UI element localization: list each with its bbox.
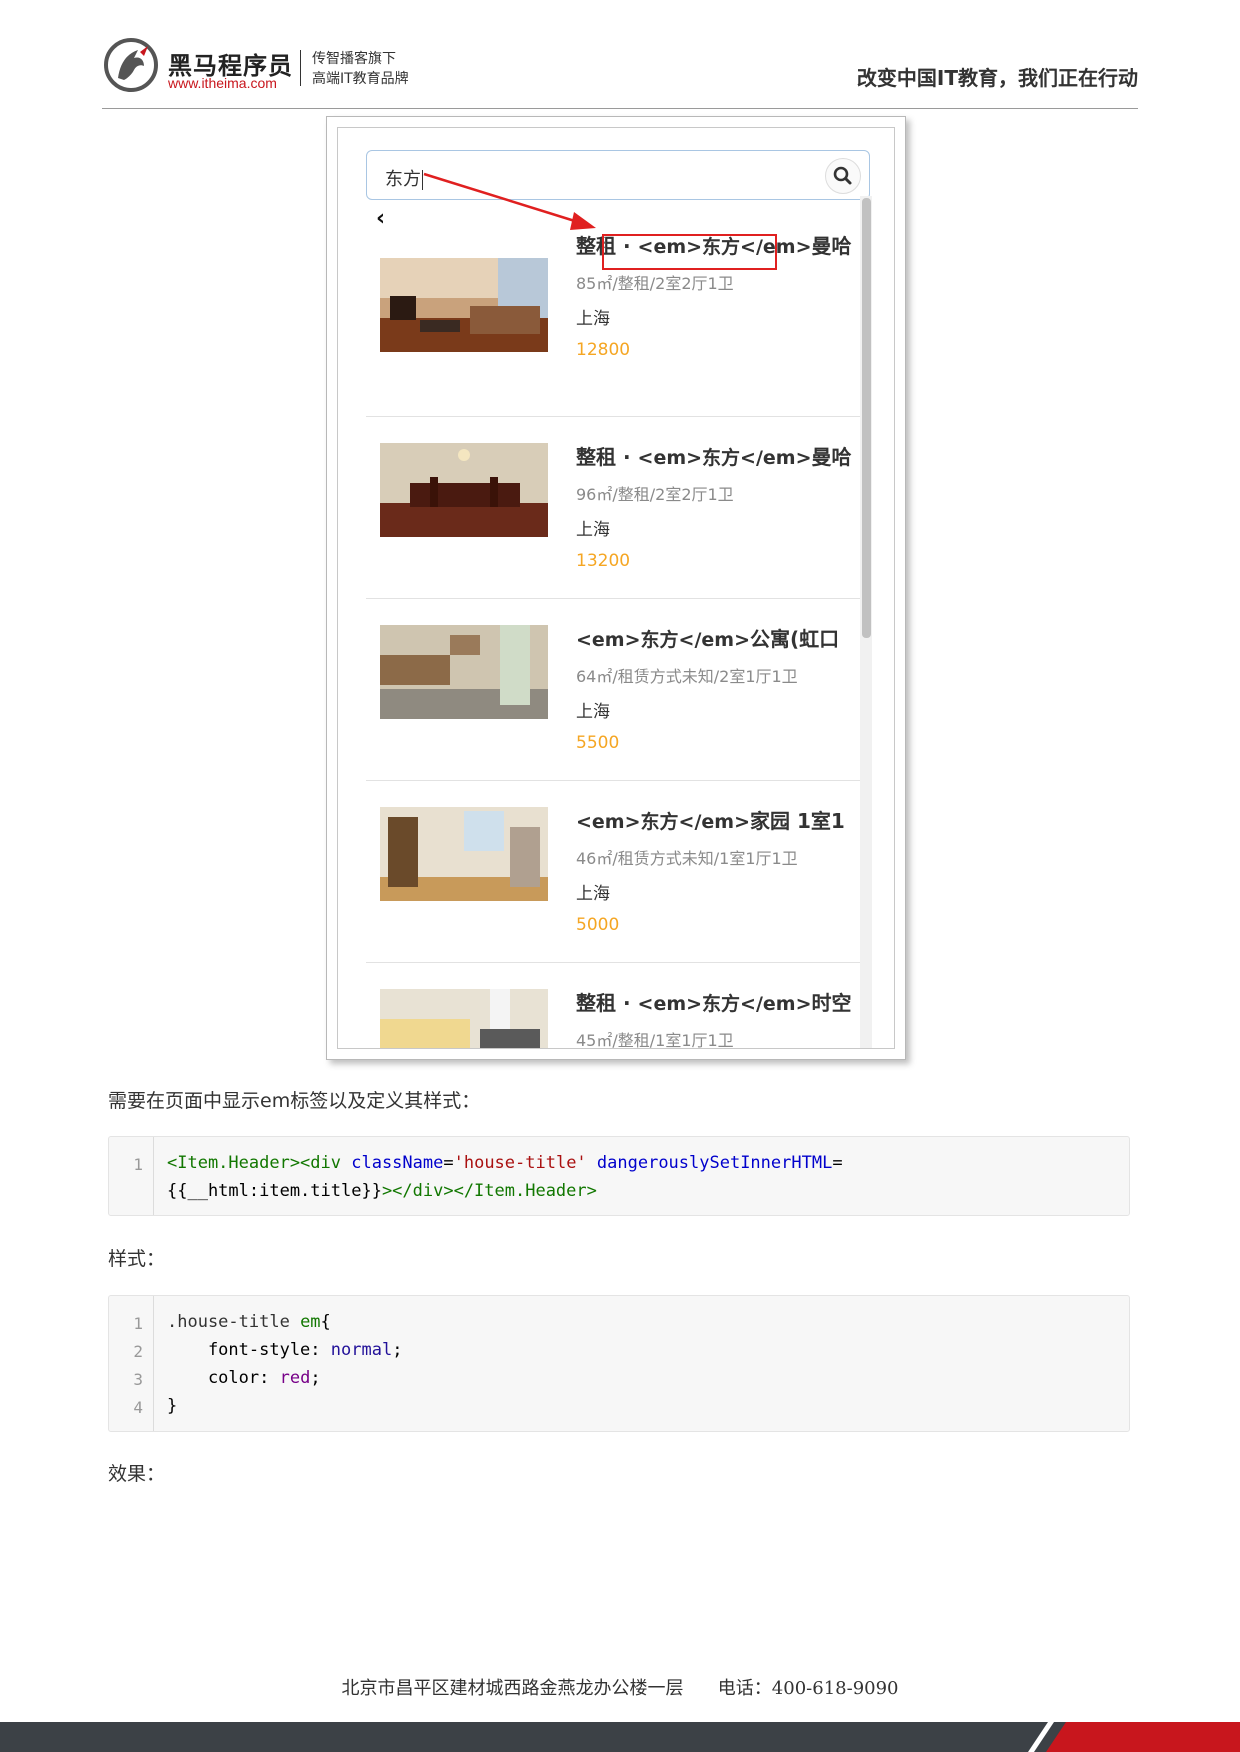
logo-url: www.itheima.com — [168, 75, 277, 91]
listing-desc: 45㎡/整租/1室1厅1卫 — [576, 1031, 734, 1049]
listing-title: <em>东方</em>家园 1室1 — [576, 805, 866, 834]
code-line: color: red; — [167, 1368, 321, 1388]
code-token: em — [300, 1312, 321, 1332]
listing-city: 上海 — [576, 702, 610, 722]
header-divider — [102, 108, 1138, 109]
code-line: .house-title em{ — [167, 1312, 331, 1332]
code-token: font-style: — [167, 1340, 331, 1360]
line-number: 4 — [133, 1398, 143, 1417]
line-number: 1 — [133, 1155, 143, 1174]
annotation-arrow-icon — [423, 172, 596, 230]
listing-city: 上海 — [576, 520, 610, 540]
code-token: { — [320, 1312, 331, 1332]
list-item[interactable]: <em>东方</em>公寓(虹口 64㎡/租赁方式未知/2室1厅1卫 上海 55… — [366, 599, 860, 781]
logo-divider — [300, 50, 301, 86]
house-photo — [380, 625, 548, 719]
listing-title-em: <em>东方</em> — [576, 811, 750, 833]
code-token: = — [832, 1153, 843, 1173]
code-token: {{__html:item.title}} — [167, 1181, 382, 1201]
listing-title-em: <em>东方</em> — [576, 629, 750, 651]
house-photo — [380, 443, 548, 537]
code-token: color: — [167, 1368, 280, 1388]
line-number: 3 — [133, 1370, 143, 1389]
code-line: {{__html:item.title}}></div></Item.Heade… — [167, 1181, 597, 1201]
listing-title: <em>东方</em>公寓(虹口 — [576, 623, 866, 652]
list-item[interactable]: 整租 · <em>东方</em>曼哈 96㎡/整租/2室2厅1卫 上海 1320… — [366, 417, 860, 599]
line-number: 2 — [133, 1342, 143, 1361]
code-token: ; — [310, 1368, 321, 1388]
listing-price: 5000 — [576, 915, 620, 935]
logo-tagline-1: 传智播客旗下 — [312, 51, 396, 67]
code-token: } — [167, 1396, 178, 1416]
listing-title-em: <em>东方</em> — [637, 993, 812, 1015]
header-slogan: 改变中国IT教育，我们正在行动 — [856, 66, 1138, 90]
list-item[interactable]: <em>东方</em>家园 1室1 46㎡/租赁方式未知/1室1厅1卫 上海 5… — [366, 781, 860, 963]
listing-title-suffix: 曼哈 — [811, 445, 852, 469]
code-token: ; — [392, 1340, 403, 1360]
code-token: dangerouslySetInnerHTML — [586, 1153, 833, 1173]
app-screenshot: 东方 ‹ 整租 · <em>东方</em>曼哈 85㎡/整租/2室2厅1卫 上海… — [326, 116, 906, 1060]
house-photo — [380, 807, 548, 901]
listing-price: 5500 — [576, 733, 620, 753]
listing-title: 整租 · <em>东方</em>曼哈 — [576, 441, 866, 470]
code-line: <Item.Header><div className='house-title… — [167, 1153, 843, 1173]
footer-accent — [1028, 1722, 1240, 1752]
list-item[interactable]: 整租 · <em>东方</em>时空 45㎡/整租/1室1厅1卫 — [366, 963, 860, 1049]
code-token: ></div></Item.Header> — [381, 1181, 597, 1201]
code-token: 'house-title' — [453, 1153, 587, 1173]
listing-price: 13200 — [576, 551, 631, 571]
paragraph-style: 样式： — [108, 1248, 166, 1270]
listing-price: 12800 — [576, 340, 631, 360]
paragraph-show-em: 需要在页面中显示em标签以及定义其样式： — [108, 1090, 481, 1112]
code-block-jsx: 1 <Item.Header><div className='house-tit… — [108, 1136, 1130, 1216]
listing-title: 整租 · <em>东方</em>时空 — [576, 987, 866, 1016]
listing-title-suffix: 家园 1室1 — [750, 809, 845, 833]
logo-tagline-2: 高端IT教育品牌 — [312, 71, 409, 87]
code-token: = — [443, 1153, 454, 1173]
listing-title-suffix: 时空 — [811, 991, 852, 1015]
footer-address: 北京市昌平区建材城西路金燕龙办公楼一层 电话：400-618-9090 — [341, 1678, 899, 1699]
line-number: 1 — [133, 1314, 143, 1333]
house-photo — [380, 989, 548, 1048]
code-token: <Item.Header><div — [167, 1153, 352, 1173]
app-screenshot-inner: 东方 ‹ 整租 · <em>东方</em>曼哈 85㎡/整租/2室2厅1卫 上海… — [337, 127, 895, 1049]
code-token: className — [351, 1153, 444, 1173]
code-token: red — [279, 1368, 311, 1388]
code-block-css: 1 2 3 4 .house-title em{ font-style: nor… — [108, 1295, 1130, 1432]
horse-logo-icon — [104, 38, 158, 92]
code-gutter — [109, 1137, 154, 1215]
listing-city: 上海 — [576, 884, 610, 904]
house-list: 整租 · <em>东方</em>曼哈 85㎡/整租/2室2厅1卫 上海 1280… — [366, 234, 860, 1049]
listing-title-em: <em>东方</em> — [637, 447, 812, 469]
listing-desc: 64㎡/租赁方式未知/2室1厅1卫 — [576, 667, 798, 686]
listing-desc: 96㎡/整租/2室2厅1卫 — [576, 485, 734, 504]
listing-title-prefix: 整租 · — [576, 991, 638, 1015]
listing-title-prefix: 整租 · — [576, 445, 638, 469]
listing-desc: 46㎡/租赁方式未知/1室1厅1卫 — [576, 849, 798, 868]
paragraph-effect: 效果： — [108, 1463, 166, 1485]
listing-title-suffix: 公寓(虹口 — [750, 627, 840, 651]
code-token: normal — [330, 1340, 393, 1360]
code-line: } — [167, 1396, 177, 1416]
code-token: .house-title — [167, 1312, 301, 1332]
code-line: font-style: normal; — [167, 1340, 403, 1360]
